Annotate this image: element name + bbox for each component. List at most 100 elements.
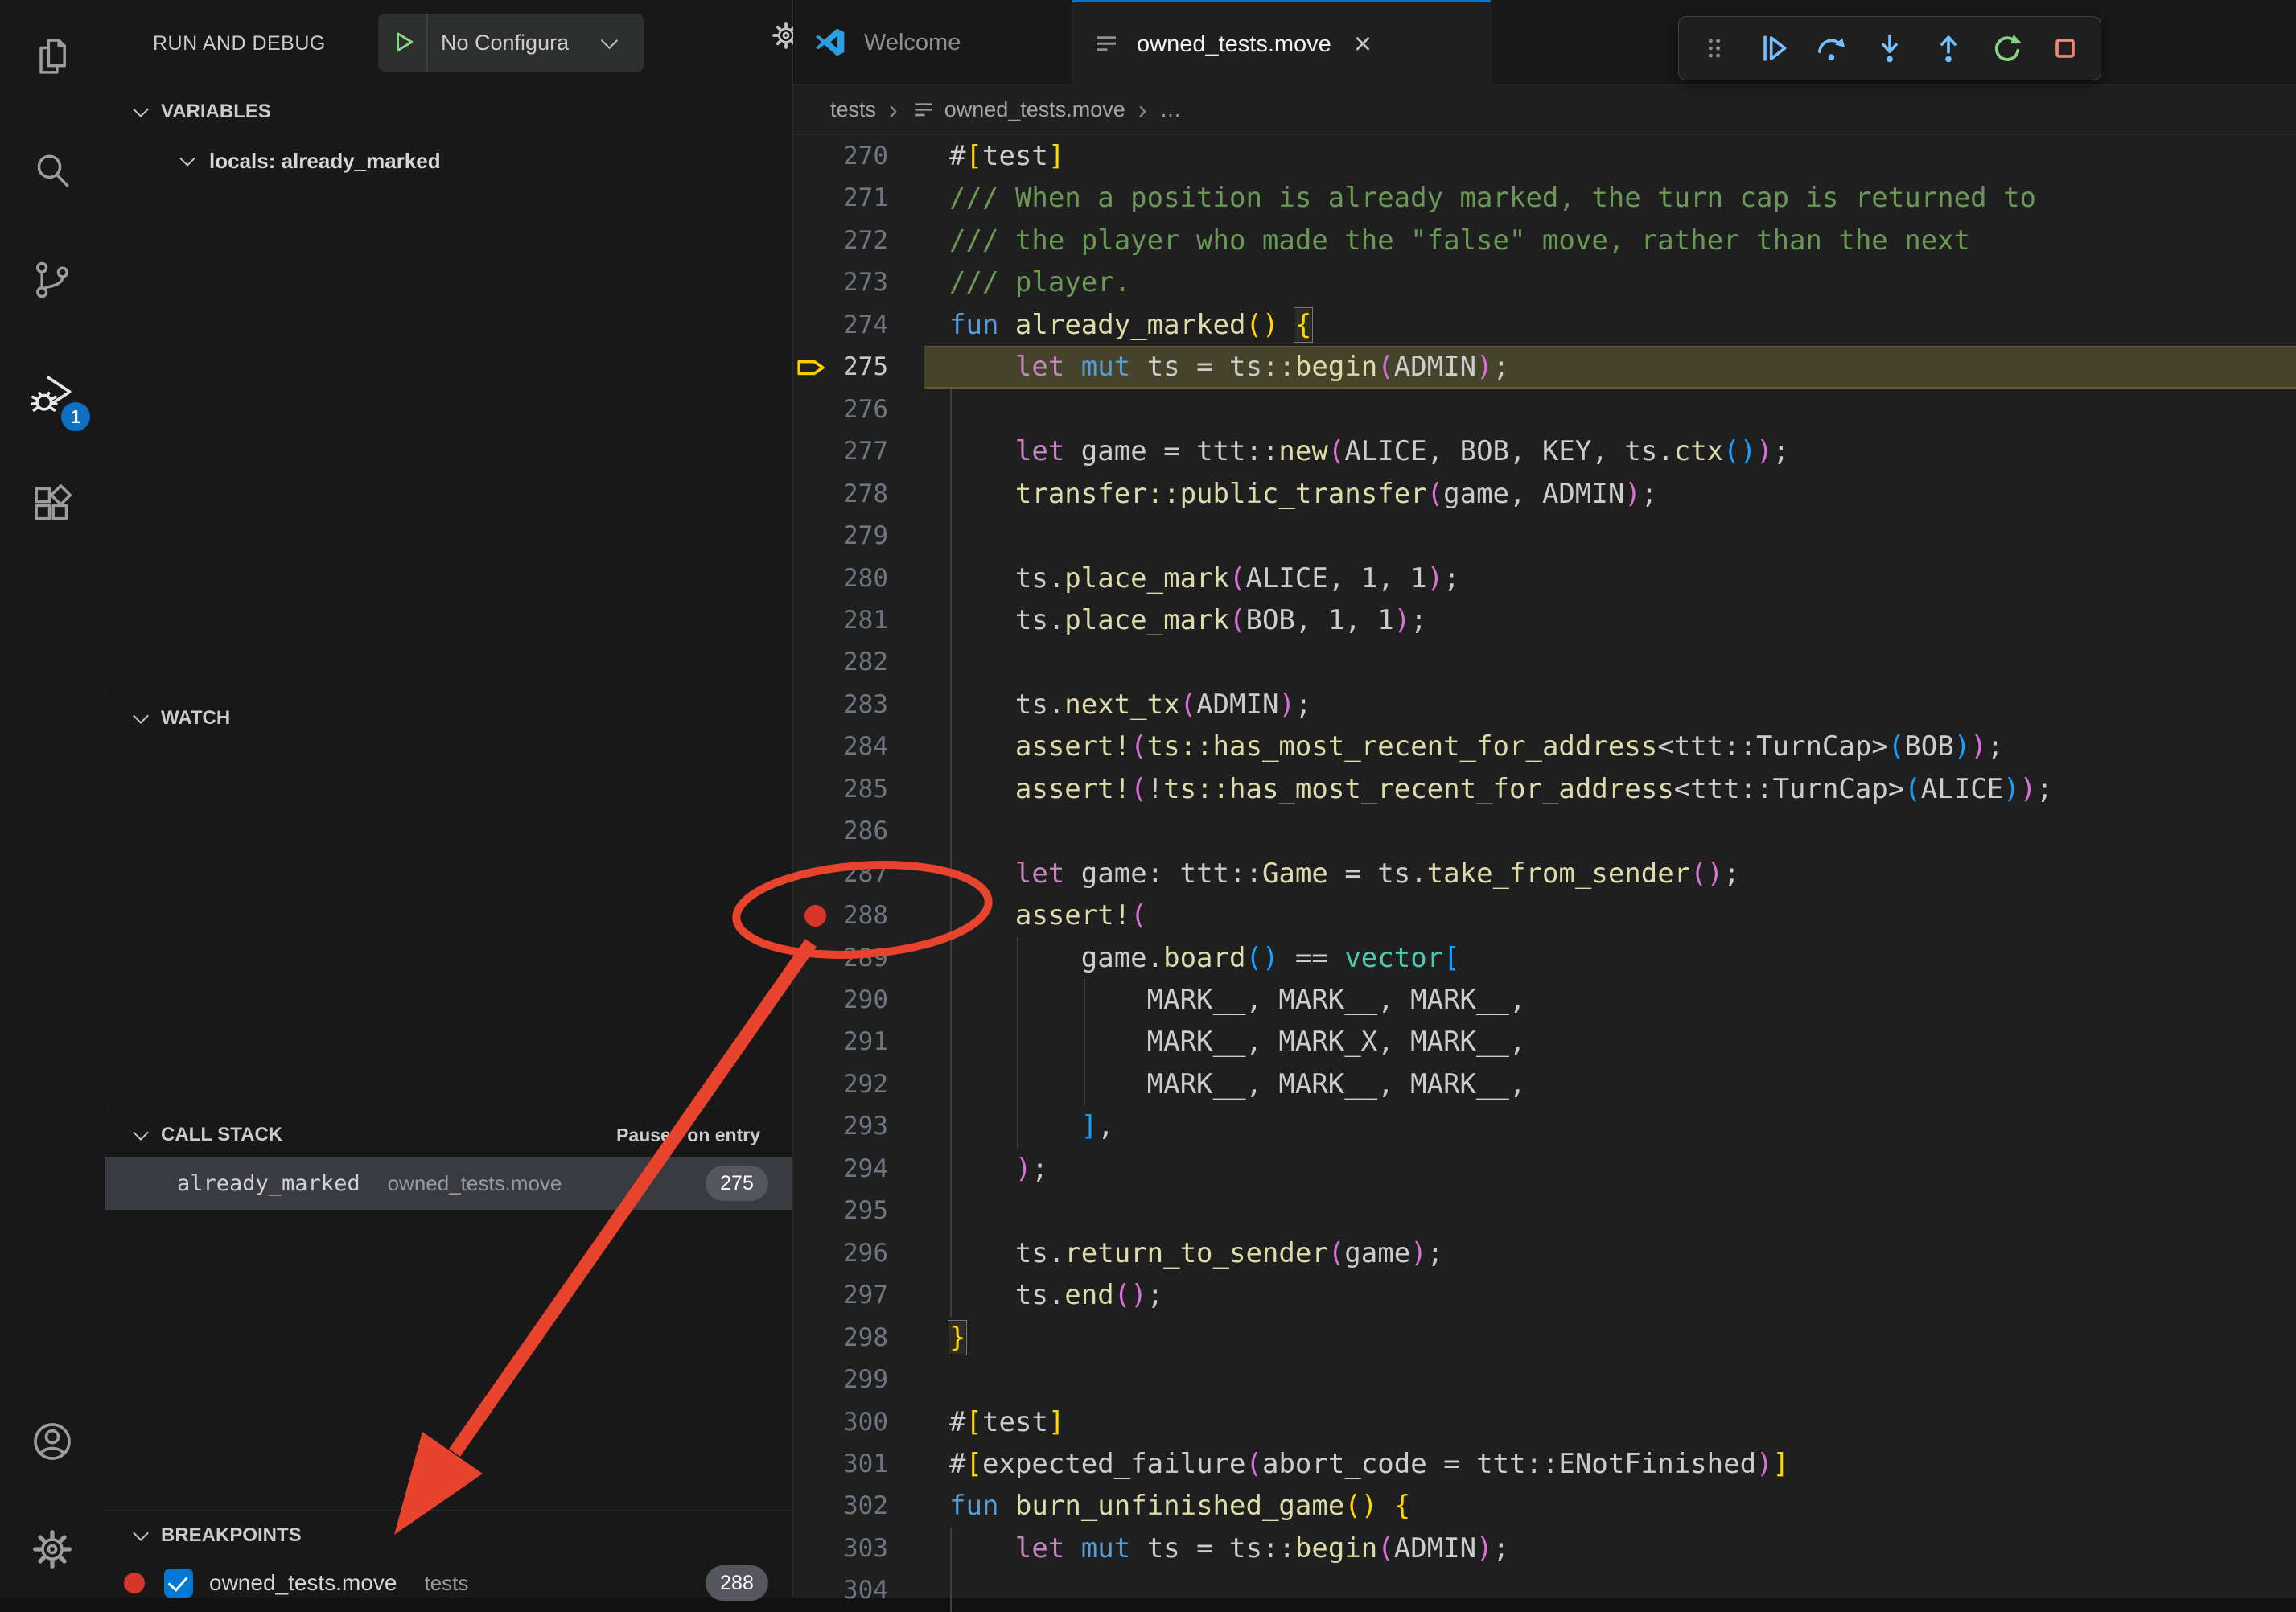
- code-line[interactable]: 281 ts.place_mark(BOB, 1, 1);: [793, 599, 2296, 642]
- code-line[interactable]: 278 transfer::public_transfer(game, ADMI…: [793, 473, 2296, 516]
- code-line[interactable]: 301#[expected_failure(abort_code = ttt::…: [793, 1443, 2296, 1486]
- code-line[interactable]: 285 assert!(!ts::has_most_recent_for_add…: [793, 768, 2296, 811]
- line-number[interactable]: 282: [793, 641, 888, 684]
- line-number[interactable]: 291: [793, 1021, 888, 1063]
- code-line[interactable]: 271/// When a position is already marked…: [793, 177, 2296, 220]
- code-line[interactable]: 292 MARK__, MARK__, MARK__,: [793, 1063, 2296, 1106]
- line-number[interactable]: 299: [793, 1359, 888, 1401]
- line-number[interactable]: 271: [793, 177, 888, 220]
- code-line[interactable]: 298}: [793, 1317, 2296, 1359]
- line-number[interactable]: 297: [793, 1274, 888, 1317]
- call-stack-frame-row[interactable]: already_marked owned_tests.move 275: [105, 1157, 792, 1210]
- code-line[interactable]: 300#[test]: [793, 1401, 2296, 1444]
- line-number[interactable]: 279: [793, 515, 888, 557]
- code-line[interactable]: 282: [793, 641, 2296, 684]
- section-variables[interactable]: VARIABLES: [105, 87, 792, 137]
- line-number[interactable]: 273: [793, 261, 888, 304]
- line-number[interactable]: 277: [793, 430, 888, 473]
- code-line[interactable]: 304: [793, 1569, 2296, 1612]
- step-into-button[interactable]: [1866, 25, 1913, 72]
- config-name-label[interactable]: No Configura: [441, 31, 602, 56]
- code-line[interactable]: 273/// player.: [793, 261, 2296, 304]
- code-line[interactable]: 294 );: [793, 1148, 2296, 1190]
- code-line[interactable]: 303 let mut ts = ts::begin(ADMIN);: [793, 1528, 2296, 1570]
- variables-scope-row[interactable]: locals: already_marked: [182, 135, 441, 187]
- line-number[interactable]: 301: [793, 1443, 888, 1486]
- code-line[interactable]: 287 let game: ttt::Game = ts.take_from_s…: [793, 853, 2296, 895]
- step-out-button[interactable]: [1925, 25, 1972, 72]
- code-line[interactable]: 280 ts.place_mark(ALICE, 1, 1);: [793, 557, 2296, 600]
- tab-welcome[interactable]: Welcome: [793, 0, 1072, 85]
- code-line[interactable]: 289 game.board() == vector[: [793, 937, 2296, 980]
- line-number[interactable]: 270: [793, 135, 888, 178]
- breadcrumb-item[interactable]: owned_tests.move: [944, 97, 1125, 122]
- line-number[interactable]: 296: [793, 1232, 888, 1275]
- code-line[interactable]: 295: [793, 1190, 2296, 1232]
- continue-button[interactable]: [1750, 25, 1796, 72]
- line-number[interactable]: 284: [793, 726, 888, 768]
- code-line[interactable]: 272/// the player who made the "false" m…: [793, 220, 2296, 262]
- code-line[interactable]: 274fun already_marked() {: [793, 304, 2296, 347]
- code-line[interactable]: 276: [793, 389, 2296, 431]
- code-line[interactable]: 297 ts.end();: [793, 1274, 2296, 1317]
- line-number[interactable]: 289: [793, 937, 888, 980]
- code-line[interactable]: 291 MARK__, MARK_X, MARK__,: [793, 1021, 2296, 1063]
- close-tab-icon[interactable]: ×: [1354, 29, 1372, 60]
- restart-button[interactable]: [1984, 25, 2031, 72]
- settings-gear-icon[interactable]: [0, 1501, 105, 1598]
- step-over-button[interactable]: [1808, 25, 1854, 72]
- code-line[interactable]: 302fun burn_unfinished_game() {: [793, 1485, 2296, 1528]
- line-number[interactable]: 276: [793, 389, 888, 431]
- line-number[interactable]: 298: [793, 1317, 888, 1359]
- code-line[interactable]: 296 ts.return_to_sender(game);: [793, 1232, 2296, 1275]
- line-number[interactable]: 304: [793, 1569, 888, 1612]
- line-number[interactable]: 300: [793, 1401, 888, 1444]
- stop-button[interactable]: [2042, 25, 2088, 72]
- line-number[interactable]: 293: [793, 1105, 888, 1148]
- breakpoint-checkbox[interactable]: [164, 1569, 193, 1598]
- breakpoint-list-row[interactable]: owned_tests.move tests 288: [105, 1557, 792, 1609]
- chevron-down-icon[interactable]: [601, 31, 618, 48]
- line-number[interactable]: 283: [793, 684, 888, 726]
- line-number[interactable]: 275: [793, 346, 888, 389]
- line-number[interactable]: 295: [793, 1190, 888, 1232]
- search-icon[interactable]: [0, 122, 105, 219]
- line-number[interactable]: 303: [793, 1528, 888, 1570]
- section-watch[interactable]: WATCH: [105, 693, 792, 743]
- line-number[interactable]: 294: [793, 1148, 888, 1190]
- run-and-debug-icon[interactable]: 1: [0, 346, 105, 442]
- code-line[interactable]: 288 assert!(: [793, 894, 2296, 937]
- account-icon[interactable]: [0, 1393, 105, 1490]
- breadcrumb-item[interactable]: …: [1159, 97, 1181, 122]
- line-number[interactable]: 287: [793, 853, 888, 895]
- line-number[interactable]: 280: [793, 557, 888, 600]
- code-line[interactable]: 299: [793, 1359, 2296, 1401]
- breadcrumb-item[interactable]: tests: [830, 97, 876, 122]
- line-number[interactable]: 290: [793, 979, 888, 1022]
- extensions-icon[interactable]: [0, 455, 105, 552]
- drag-grip-icon[interactable]: [1691, 25, 1738, 72]
- line-number[interactable]: 274: [793, 304, 888, 347]
- code-line[interactable]: 283 ts.next_tx(ADMIN);: [793, 684, 2296, 726]
- code-line[interactable]: 277 let game = ttt::new(ALICE, BOB, KEY,…: [793, 430, 2296, 473]
- line-number[interactable]: 281: [793, 599, 888, 642]
- section-call-stack[interactable]: CALL STACK Paused on entry: [105, 1110, 792, 1160]
- explorer-icon[interactable]: [0, 8, 105, 105]
- line-number[interactable]: 285: [793, 768, 888, 811]
- line-number[interactable]: 302: [793, 1485, 888, 1528]
- code-line[interactable]: 293 ],: [793, 1105, 2296, 1148]
- code-line[interactable]: 275 let mut ts = ts::begin(ADMIN);: [793, 346, 2296, 389]
- line-number[interactable]: 288: [793, 894, 888, 937]
- line-number[interactable]: 286: [793, 810, 888, 853]
- code-line[interactable]: 279: [793, 515, 2296, 557]
- section-breakpoints[interactable]: BREAKPOINTS: [105, 1511, 792, 1561]
- code-line[interactable]: 284 assert!(ts::has_most_recent_for_addr…: [793, 726, 2296, 768]
- tab-owned-tests[interactable]: owned_tests.move ×: [1072, 0, 1491, 86]
- code-line[interactable]: 286: [793, 810, 2296, 853]
- line-number[interactable]: 272: [793, 220, 888, 262]
- line-number[interactable]: 292: [793, 1063, 888, 1106]
- code-line[interactable]: 270#[test]: [793, 135, 2296, 178]
- code-line[interactable]: 290 MARK__, MARK__, MARK__,: [793, 979, 2296, 1022]
- line-number[interactable]: 278: [793, 473, 888, 516]
- launch-config-dropdown[interactable]: No Configura: [378, 14, 644, 72]
